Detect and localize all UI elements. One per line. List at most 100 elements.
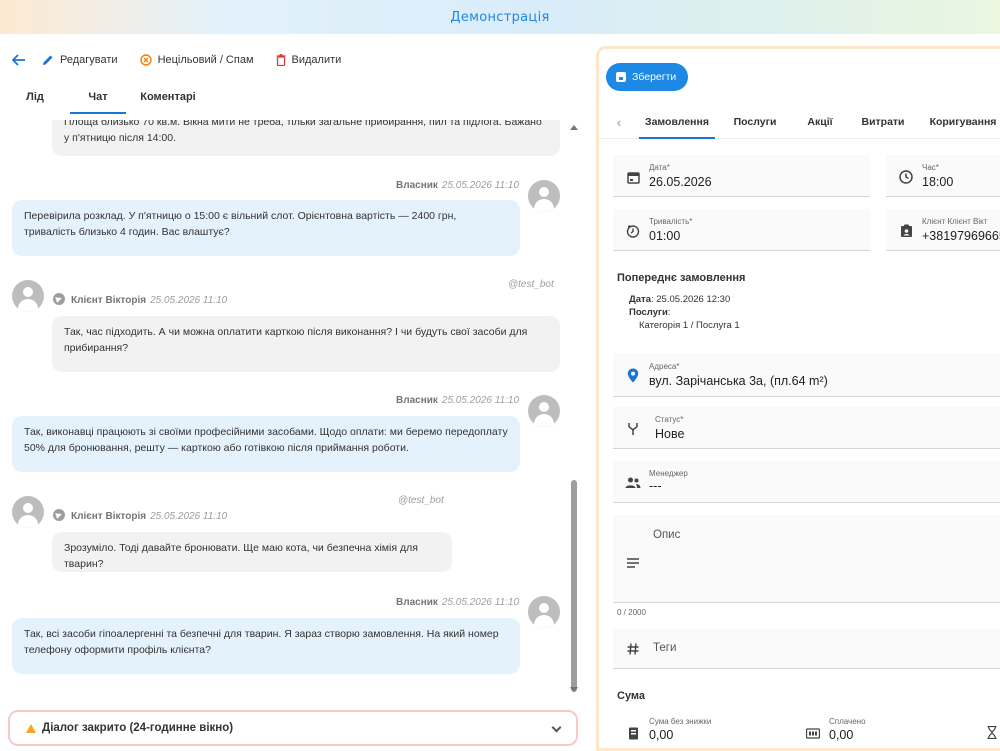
dialog-closed-notice[interactable]: Діалог закрито (24-годинне вікно) [8,710,578,746]
spam-label: Нецільовий / Спам [157,54,254,66]
avatar [528,596,560,628]
preorder-services-colon: : [667,307,671,318]
telegram-icon [53,293,65,305]
preorder-date-label: Дата [629,294,651,305]
tab-adjustments[interactable]: Коригування [923,105,1000,139]
message-text: Так, час підходить. А чи можна оплатити … [64,326,528,354]
message-text: Зрозуміло. Тоді давайте бронювати. Ще ма… [64,542,418,570]
arrow-left-icon [12,54,25,66]
client-field[interactable]: Клієнт Клієнт Вікт +38197969665 [886,209,1000,251]
avatar [528,395,560,427]
delete-button[interactable]: Видалити [276,54,342,66]
tab-chat[interactable]: Чат [70,86,126,116]
status-label: Статус* [655,415,684,424]
avatar [12,280,44,312]
message-text: Так, всі засоби гіпоалергенні та безпечн… [24,628,499,656]
save-label: Зберегти [632,71,677,83]
date-label: Дата* [649,163,670,172]
scroll-down-icon[interactable] [570,687,578,692]
message-author: Власник [396,395,438,406]
date-field[interactable]: Дата* 26.05.2026 [613,155,870,197]
description-counter: 0 / 2000 [617,608,646,617]
time-value: 18:00 [922,175,954,189]
duration-field[interactable]: Тривалість* 01:00 [613,209,870,251]
save-button[interactable]: Зберегти [606,63,688,91]
message-meta: Власник 25.05.2026 11:10 [396,597,519,608]
tab-lead[interactable]: Лід [0,86,70,116]
clock-icon [898,169,914,185]
message-text: Так, виконавці працюють зі своїми профес… [24,426,508,454]
text-lines-icon [625,555,641,571]
message-text: Перевірила розклад. У п'ятницю о 15:00 є… [24,210,457,238]
chat-history[interactable]: Площа близько 70 кв.м. Вікна мити не тре… [0,120,566,696]
chevron-down-icon[interactable] [551,722,562,733]
message-time: 25.05.2026 11:10 [441,597,519,608]
order-tabs: ‹ Замовлення Послуги Акції Витрати Кориг… [599,105,1000,139]
avatar [12,496,44,528]
tab-comments[interactable]: Коментарі [126,86,210,116]
client-value: +38197969665 [922,229,1000,243]
message-author: Власник [396,180,438,191]
cancel-circle-icon [139,54,152,66]
tags-input[interactable]: Теги [613,629,1000,669]
preorder-service-item: Категорія 1 / Послуга 1 [639,320,740,331]
hash-icon [625,641,641,657]
lead-tabs: Лід Чат Коментарі [0,86,210,116]
manager-label: Менеджер [649,469,688,478]
timer-icon [625,223,641,239]
trash-icon [276,54,286,66]
top-banner: Демонстрація [0,0,1000,34]
message-bubble-client: Площа близько 70 кв.м. Вікна мити не тре… [52,120,560,156]
message-meta: Власник 25.05.2026 11:10 [396,395,519,406]
edit-button[interactable]: Редагувати [42,54,118,66]
calendar-icon [625,169,641,185]
message-bubble-owner: Так, всі засоби гіпоалергенні та безпечн… [12,618,520,674]
tab-services[interactable]: Послуги [723,105,787,139]
closed-notice-text: Діалог закрито (24-годинне вікно) [42,722,234,734]
tab-promotions[interactable]: Акції [797,105,843,139]
address-field[interactable]: Адреса* вул. Зарічанська 3а, (пл.64 m²) [613,353,1000,397]
scrollbar-thumb[interactable] [571,480,577,692]
tab-order[interactable]: Замовлення [639,105,715,139]
chat-scrollbar[interactable] [568,120,578,696]
sum-title: Сума [617,690,646,702]
tags-placeholder: Теги [653,642,677,654]
preorder-info: Дата: 25.05.2026 12:30 Послуги: Категорі… [629,293,740,332]
message-meta: Клієнт Вікторія 25.05.2026 11:10 [53,509,227,522]
back-button[interactable] [12,54,26,66]
sum-no-discount-field[interactable]: Сума без знижки 0,00 [613,711,793,748]
address-value: вул. Зарічанська 3а, (пл.64 m²) [649,374,828,388]
message-bubble-client: Зрозуміло. Тоді давайте бронювати. Ще ма… [52,532,452,572]
message-time: 25.05.2026 11:10 [150,511,228,522]
message-bubble-client: Так, час підходить. А чи можна оплатити … [52,316,560,372]
message-time: 25.05.2026 11:10 [150,295,228,306]
app-title: Демонстрація [450,9,550,25]
manager-field[interactable]: Менеджер --- [613,461,1000,503]
scroll-up-icon[interactable] [570,125,578,130]
paid-label: Сплачено [829,717,866,726]
delete-label: Видалити [291,54,342,66]
message-bubble-owner: Перевірила розклад. У п'ятницю о 15:00 є… [12,200,520,256]
message-bubble-owner: Так, виконавці працюють зі своїми профес… [12,416,520,472]
hourglass-icon [987,725,997,742]
message-meta: Клієнт Вікторія 25.05.2026 11:10 [53,293,227,306]
client-label: Клієнт Клієнт Вікт [922,217,988,226]
cash-register-icon [805,725,821,741]
description-textarea[interactable]: Опис [613,515,1000,603]
floppy-disk-icon [616,72,626,82]
order-form-panel: Зберегти ‹ Замовлення Послуги Акції Витр… [596,46,1000,751]
status-field[interactable]: Статус* Нове [613,407,1000,449]
message-meta: Власник 25.05.2026 11:10 [396,180,519,191]
spam-button[interactable]: Нецільовий / Спам [139,54,254,66]
date-value: 26.05.2026 [649,175,712,189]
sum-no-discount-label: Сума без знижки [649,717,712,726]
tab-expenses[interactable]: Витрати [855,105,911,139]
time-field[interactable]: Час* 18:00 [886,155,1000,197]
chevron-left-icon[interactable]: ‹ [599,114,639,130]
pencil-icon [43,55,53,65]
lead-panel: Редагувати Нецільовий / Спам Видалити Лі… [0,34,586,751]
fork-icon [625,421,641,437]
paid-field[interactable]: Сплачено 0,00 [793,711,953,748]
message-author: Клієнт Вікторія [71,295,147,306]
bot-handle: @test_bot [398,495,444,506]
